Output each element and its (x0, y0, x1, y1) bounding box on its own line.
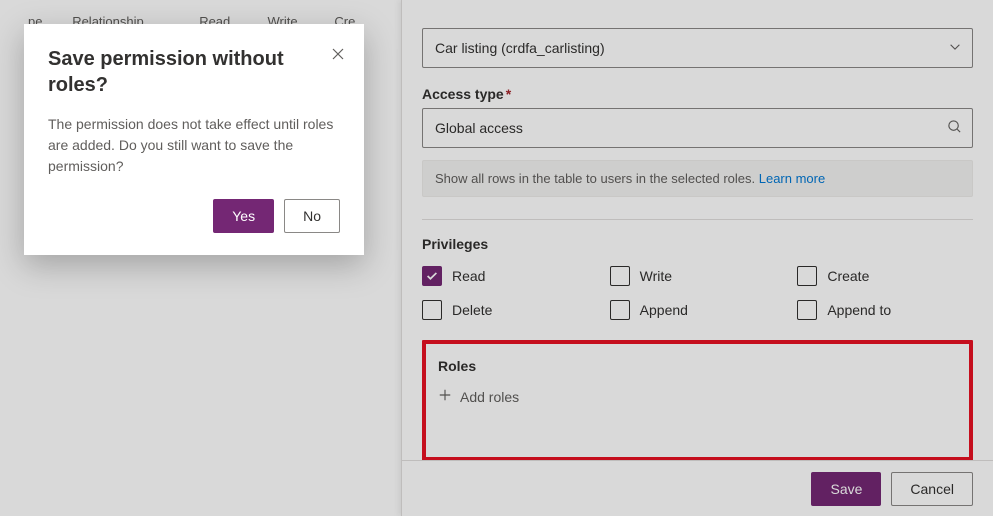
dialog-title: Save permission without roles? (48, 46, 340, 98)
close-icon[interactable] (330, 46, 346, 65)
confirm-save-dialog: Save permission without roles? The permi… (24, 24, 364, 255)
dialog-body: The permission does not take effect unti… (48, 114, 340, 177)
no-button[interactable]: No (284, 199, 340, 233)
yes-button[interactable]: Yes (213, 199, 274, 233)
